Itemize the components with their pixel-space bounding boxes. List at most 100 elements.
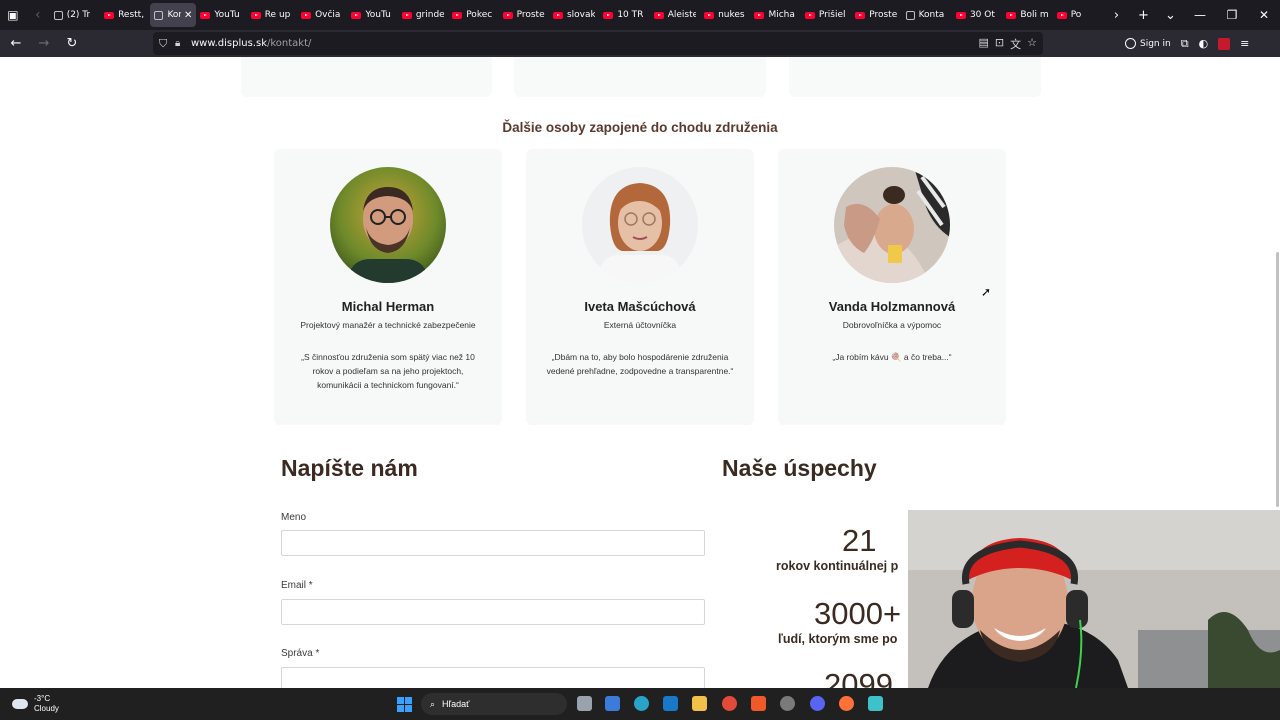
browser-tab[interactable]: Re up (247, 3, 297, 27)
tab-list-icon[interactable]: ▣ (0, 0, 26, 30)
tab-label: Prišiel (818, 10, 846, 20)
account-icon (1125, 38, 1136, 49)
back-button[interactable]: ← (4, 32, 28, 56)
forward-button[interactable]: → (32, 32, 56, 56)
browser-tab[interactable]: Proste (499, 3, 549, 27)
browser-tab[interactable]: grinde (398, 3, 448, 27)
url-text[interactable]: www.displus.sk/kontakt/ (191, 38, 311, 49)
mouse-cursor-icon: ➚ (981, 285, 992, 299)
browser-tab[interactable]: Restt, (100, 3, 150, 27)
chrome-app-icon[interactable] (722, 696, 737, 711)
browser-tab[interactable]: Po (1053, 3, 1103, 27)
tracking-shield-icon[interactable]: ⛉ (159, 37, 175, 51)
page-scrollbar[interactable] (1276, 252, 1279, 507)
stat-number: 2099 (824, 667, 893, 688)
bookmark-star-icon[interactable]: ☆ (1027, 36, 1037, 52)
tab-overflow-chevron-icon[interactable]: ⌄ (1157, 8, 1184, 23)
close-tab-icon[interactable]: ✕ (184, 10, 192, 21)
avatar (834, 167, 950, 283)
browser-tab[interactable]: 30 Ot (952, 3, 1002, 27)
youtube-favicon-icon (104, 11, 115, 19)
browser-tab[interactable]: Prišiel (801, 3, 851, 27)
translate-icon[interactable]: 文 (1010, 36, 1021, 52)
steam-app-icon[interactable] (780, 696, 795, 711)
board-member-card (241, 57, 492, 97)
browser-tab[interactable]: Boli m (1002, 3, 1052, 27)
weather-condition-text: Cloudy (34, 704, 59, 713)
person-name: Vanda Holzmannová (828, 299, 956, 314)
youtube-favicon-icon (603, 11, 614, 19)
tab-label: 30 Ot (969, 10, 995, 20)
restore-button[interactable]: ❐ (1216, 8, 1248, 22)
tab-label: Proste (516, 10, 545, 20)
browser-tab[interactable]: slovak (549, 3, 599, 27)
cloud-icon (12, 699, 28, 709)
ublock-extension-icon[interactable] (1218, 37, 1231, 50)
weather-widget[interactable]: -3°C Cloudy (12, 694, 59, 714)
notepad-app-icon[interactable] (868, 696, 883, 711)
browser-tab[interactable]: Micha (750, 3, 800, 27)
browser-tab[interactable]: (2) Tr (50, 3, 100, 27)
reader-view-icon[interactable]: ▤ (979, 36, 989, 52)
photos-app-icon[interactable] (663, 696, 678, 711)
tab-label: Aleiste (667, 10, 697, 20)
name-input[interactable] (281, 530, 705, 556)
sign-in-button[interactable]: Sign in (1125, 38, 1171, 49)
person-quote: „S činnosťou združenia som spätý viac ne… (301, 352, 475, 390)
tab-label: Ovčia (315, 10, 341, 20)
brave-app-icon[interactable] (751, 696, 766, 711)
close-window-button[interactable]: ✕ (1248, 8, 1280, 22)
email-input[interactable] (281, 599, 705, 625)
tab-label: Proste (869, 10, 898, 20)
youtube-favicon-icon (804, 11, 815, 19)
lock-icon[interactable]: 🔒︎ (175, 38, 191, 49)
task-view-icon[interactable] (577, 696, 592, 711)
youtube-favicon-icon (1006, 11, 1017, 19)
discord-app-icon[interactable] (810, 696, 825, 711)
extensions-icon[interactable]: ⧉ (1181, 37, 1189, 51)
screenshot-icon[interactable]: ⊡ (995, 36, 1004, 52)
edge-app-icon[interactable] (634, 696, 649, 711)
tab-label: Po (1070, 10, 1082, 20)
store-app-icon[interactable] (605, 696, 620, 711)
browser-tab[interactable]: Ovčia (297, 3, 347, 27)
tab-label: YouTu (365, 10, 391, 20)
firefox-app-icon[interactable] (839, 696, 854, 711)
minimize-button[interactable]: — (1184, 8, 1216, 22)
person-name: Iveta Mašcúchová (584, 299, 696, 314)
menu-icon[interactable]: ≡ (1240, 37, 1249, 50)
reload-button[interactable]: ↻ (60, 32, 84, 56)
tab-label: Konta (918, 10, 945, 20)
person-name: Michal Herman (341, 299, 435, 314)
tab-label: nukes (718, 10, 745, 20)
start-button[interactable] (397, 697, 412, 712)
browser-tab[interactable]: nukes (700, 3, 750, 27)
tab-list: (2) Tr Restt, Kon✕ YouTu Re up Ovčia YouTu grin… (50, 0, 1103, 30)
browser-tab[interactable]: YouTu (196, 3, 246, 27)
tab-scroll-right-icon[interactable]: › (1103, 8, 1130, 23)
puzzle-extension-icon[interactable]: ◐ (1199, 37, 1209, 50)
browser-tab[interactable]: Aleiste (650, 3, 700, 27)
file-explorer-icon[interactable] (692, 696, 707, 711)
windows-taskbar: -3°C Cloudy ⌕ Hľadať (0, 688, 1280, 720)
youtube-favicon-icon (200, 11, 211, 19)
taskbar-search[interactable]: ⌕ Hľadať (421, 693, 567, 715)
browser-tab[interactable]: Konta (902, 3, 952, 27)
page-favicon-icon (53, 10, 63, 20)
browser-tab[interactable]: YouTu (347, 3, 397, 27)
message-textarea[interactable] (281, 667, 705, 688)
sign-in-label: Sign in (1140, 38, 1171, 49)
address-bar[interactable]: ⛉ 🔒︎ www.displus.sk/kontakt/ ▤ ⊡ 文 ☆ (153, 32, 1043, 55)
browser-tab[interactable]: Kon✕ (150, 3, 197, 27)
youtube-favicon-icon (552, 11, 563, 19)
stat-number: 3000+ (814, 596, 902, 631)
browser-tab[interactable]: 10 TR (599, 3, 649, 27)
page-favicon-icon (905, 10, 915, 20)
message-label: Správa * (281, 648, 320, 659)
tab-label: Restt, (118, 10, 145, 20)
new-tab-button[interactable]: + (1130, 8, 1157, 23)
person-card: Michal Herman Projektový manažér a techn… (274, 149, 502, 425)
tab-scroll-left-icon[interactable]: ‹ (26, 0, 50, 30)
browser-tab[interactable]: Pokec (448, 3, 498, 27)
browser-tab[interactable]: Proste (851, 3, 901, 27)
